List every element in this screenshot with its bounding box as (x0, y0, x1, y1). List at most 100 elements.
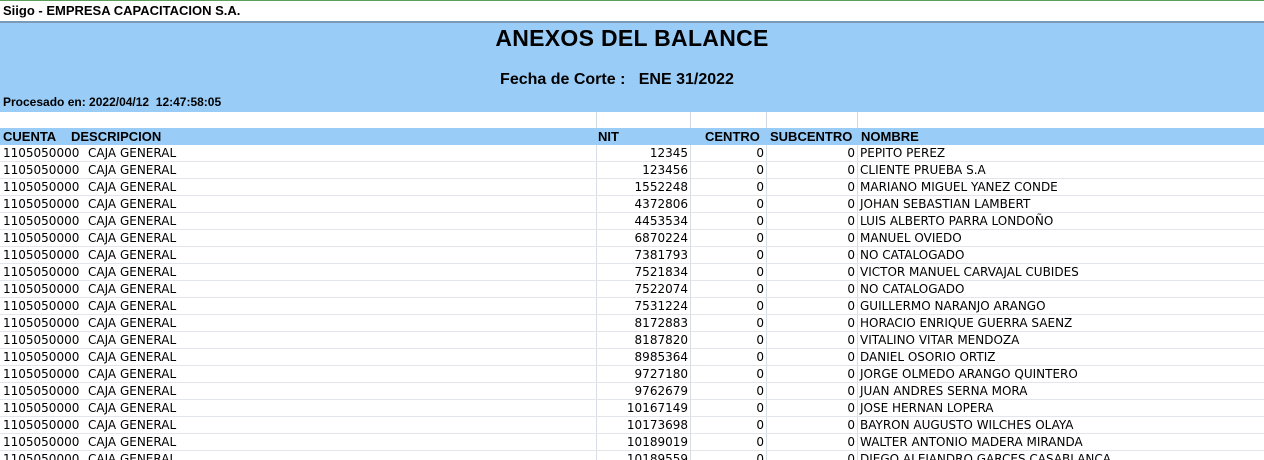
cell-nit: 7531224 (634, 299, 688, 313)
cell-nit: 7521834 (634, 265, 688, 279)
cell-centro: 0 (756, 163, 764, 177)
cell-descripcion: CAJA GENERAL (88, 418, 177, 432)
table-row[interactable]: 1105050000 CAJA GENERAL 7531224 0 0 GUILLERMO… (0, 298, 1264, 315)
cell-centro: 0 (756, 299, 764, 313)
cell-nombre: VICTOR MANUEL CARVAJAL CUBIDES (860, 265, 1079, 279)
cell-centro: 0 (756, 146, 764, 160)
cell-subcentro: 0 (847, 418, 855, 432)
spacer-row (0, 112, 1264, 128)
cell-centro: 0 (756, 384, 764, 398)
cell-centro: 0 (756, 435, 764, 449)
cell-cuenta: 1105050000 (3, 333, 80, 347)
col-header-descripcion[interactable]: DESCRIPCION (71, 128, 161, 145)
cell-nombre: VITALINO VITAR MENDOZA (860, 333, 1020, 347)
cell-cuenta: 1105050000 (3, 180, 80, 194)
cell-descripcion: CAJA GENERAL (88, 452, 177, 460)
cut-date-label: Fecha de Corte : (500, 71, 626, 88)
cell-descripcion: CAJA GENERAL (88, 299, 177, 313)
cell-subcentro: 0 (847, 146, 855, 160)
cell-cuenta: 1105050000 (3, 231, 80, 245)
table-row[interactable]: 1105050000 CAJA GENERAL 7521834 0 0 VICTOR MA… (0, 264, 1264, 281)
cell-nombre: NO CATALOGADO (860, 248, 965, 262)
cell-nombre: JOHAN SEBASTIAN LAMBERT (860, 197, 1031, 211)
table-row[interactable]: 1105050000 CAJA GENERAL 10173698 0 0 BAYRON A… (0, 417, 1264, 434)
cell-descripcion: CAJA GENERAL (88, 248, 177, 262)
cell-subcentro: 0 (847, 248, 855, 262)
cell-centro: 0 (756, 401, 764, 415)
cell-subcentro: 0 (847, 350, 855, 364)
report-header: ANEXOS DEL BALANCE Fecha de Corte : ENE … (0, 23, 1264, 112)
table-row[interactable]: 1105050000 CAJA GENERAL 8985364 0 0 DANIEL OS… (0, 349, 1264, 366)
cell-nit: 7381793 (634, 248, 688, 262)
col-header-centro[interactable]: CENTRO (705, 128, 760, 145)
cell-nombre: LUIS ALBERTO PARRA LONDOÑO (860, 214, 1054, 228)
cell-nit: 10189019 (626, 435, 688, 449)
report-title: ANEXOS DEL BALANCE (495, 25, 769, 51)
cell-centro: 0 (756, 231, 764, 245)
table-row[interactable]: 1105050000 CAJA GENERAL 7522074 0 0 NO CATALO… (0, 281, 1264, 298)
table-row[interactable]: 1105050000 CAJA GENERAL 4372806 0 0 JOHAN SEB… (0, 196, 1264, 213)
cell-cuenta: 1105050000 (3, 418, 80, 432)
col-header-nombre[interactable]: NOMBRE (861, 128, 919, 145)
table-row[interactable]: 1105050000 CAJA GENERAL 8187820 0 0 VITALINO … (0, 332, 1264, 349)
table-row[interactable]: 1105050000 CAJA GENERAL 123456 0 0 CLIENTE PR… (0, 162, 1264, 179)
cell-cuenta: 1105050000 (3, 265, 80, 279)
col-header-nit[interactable]: NIT (598, 128, 619, 145)
cell-cuenta: 1105050000 (3, 435, 80, 449)
table-row[interactable]: 1105050000 CAJA GENERAL 10167149 0 0 JOSE HER… (0, 400, 1264, 417)
cell-cuenta: 1105050000 (3, 316, 80, 330)
cell-centro: 0 (756, 452, 764, 460)
cell-subcentro: 0 (847, 282, 855, 296)
table-body: 1105050000 CAJA GENERAL 12345 0 0 PEPITO PERE… (0, 145, 1264, 460)
cell-subcentro: 0 (847, 367, 855, 381)
table-row[interactable]: 1105050000 CAJA GENERAL 8172883 0 0 HORACIO E… (0, 315, 1264, 332)
table-row[interactable]: 1105050000 CAJA GENERAL 9727180 0 0 JORGE OLM… (0, 366, 1264, 383)
cell-nombre: DANIEL OSORIO ORTIZ (860, 350, 996, 364)
table-row[interactable]: 1105050000 CAJA GENERAL 6870224 0 0 MANUEL OV… (0, 230, 1264, 247)
table-header: CUENTA DESCRIPCION NIT CENTRO SUBCENTRO … (0, 128, 1264, 145)
cell-nombre: PEPITO PEREZ (860, 146, 946, 160)
cell-cuenta: 1105050000 (3, 384, 80, 398)
cell-cuenta: 1105050000 (3, 146, 80, 160)
cell-nit: 4453534 (634, 214, 688, 228)
cell-subcentro: 0 (847, 197, 855, 211)
cell-descripcion: CAJA GENERAL (88, 384, 177, 398)
cell-subcentro: 0 (847, 316, 855, 330)
window-title: Siigo - EMPRESA CAPACITACION S.A. (0, 1, 1264, 23)
cell-nit: 12345 (649, 146, 688, 160)
cell-nombre: JOSE HERNAN LOPERA (860, 401, 994, 415)
cell-nit: 1552248 (634, 180, 688, 194)
table-row[interactable]: 1105050000 CAJA GENERAL 4453534 0 0 LUIS ALBE… (0, 213, 1264, 230)
cell-subcentro: 0 (847, 299, 855, 313)
cell-nombre: WALTER ANTONIO MADERA MIRANDA (860, 435, 1083, 449)
col-header-cuenta[interactable]: CUENTA (3, 128, 56, 145)
table-row[interactable]: 1105050000 CAJA GENERAL 12345 0 0 PEPITO PERE… (0, 145, 1264, 162)
cell-subcentro: 0 (847, 231, 855, 245)
table-row[interactable]: 1105050000 CAJA GENERAL 7381793 0 0 NO CATALO… (0, 247, 1264, 264)
col-header-subcentro[interactable]: SUBCENTRO (770, 128, 852, 145)
cell-descripcion: CAJA GENERAL (88, 146, 177, 160)
cell-centro: 0 (756, 197, 764, 211)
cell-descripcion: CAJA GENERAL (88, 435, 177, 449)
table-row[interactable]: 1105050000 CAJA GENERAL 9762679 0 0 JUAN ANDR… (0, 383, 1264, 400)
cell-nit: 8985364 (634, 350, 688, 364)
cell-nombre: JORGE OLMEDO ARANGO QUINTERO (860, 367, 1078, 381)
cell-subcentro: 0 (847, 435, 855, 449)
cell-subcentro: 0 (847, 401, 855, 415)
table-row[interactable]: 1105050000 CAJA GENERAL 1552248 0 0 MARIANO M… (0, 179, 1264, 196)
cell-nombre: JUAN ANDRES SERNA MORA (860, 384, 1028, 398)
table-row[interactable]: 1105050000 CAJA GENERAL 10189559 0 0 DIEGO AL… (0, 451, 1264, 460)
cell-centro: 0 (756, 418, 764, 432)
cell-centro: 0 (756, 316, 764, 330)
cell-subcentro: 0 (847, 265, 855, 279)
cell-cuenta: 1105050000 (3, 197, 80, 211)
cut-date-value: ENE 31/2022 (638, 71, 734, 88)
cell-nit: 9727180 (634, 367, 688, 381)
cell-nit: 6870224 (634, 231, 688, 245)
cell-cuenta: 1105050000 (3, 401, 80, 415)
cell-nit: 9762679 (634, 384, 688, 398)
cell-nit: 10167149 (626, 401, 688, 415)
cell-nombre: GUILLERMO NARANJO ARANGO (860, 299, 1046, 313)
table-row[interactable]: 1105050000 CAJA GENERAL 10189019 0 0 WALTER A… (0, 434, 1264, 451)
cell-cuenta: 1105050000 (3, 282, 80, 296)
